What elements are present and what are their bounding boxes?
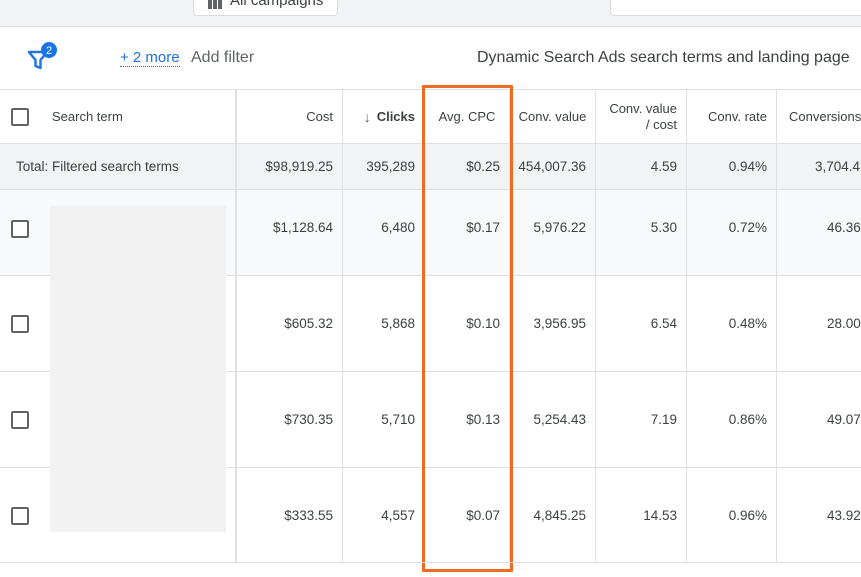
conversions-cell: 49.07: [827, 412, 861, 427]
clicks-cell: 4,557: [343, 468, 425, 563]
header-cost-label: Cost: [306, 108, 333, 124]
campaign-selector[interactable]: All campaigns: [193, 0, 339, 16]
conv-value-cell: 3,956.95: [510, 276, 596, 371]
table-header-row: Search term Cost ↓ Clicks Avg. CPC Conv.…: [0, 89, 861, 143]
header-conversions-label: Conversions: [789, 108, 861, 124]
header-conversions[interactable]: Conversions: [777, 90, 861, 143]
header-conv-value[interactable]: Conv. value: [510, 90, 596, 143]
select-all-cell: [0, 90, 40, 143]
header-conv-value-label: Conv. value: [518, 108, 587, 124]
avg-cpc-cell: $0.13: [425, 372, 510, 467]
row-checkbox[interactable]: [11, 314, 29, 333]
add-filter-button[interactable]: Add filter: [191, 49, 254, 67]
conv-value-cell: 5,254.43: [510, 372, 596, 467]
header-avg-cpc[interactable]: Avg. CPC: [425, 90, 510, 143]
header-clicks[interactable]: ↓ Clicks: [343, 90, 425, 143]
header-search-term-label: Search term: [52, 108, 123, 124]
table-bottom-divider: [0, 562, 861, 563]
conv-rate-cell: 0.96%: [687, 468, 777, 563]
total-label-text: Total: Filtered search terms: [16, 159, 179, 174]
total-conv-rate: 0.94%: [687, 144, 777, 189]
total-avg-cpc: $0.25: [425, 144, 510, 189]
campaign-selector-label: All campaigns: [230, 0, 324, 9]
conv-value-cost-cell: 14.53: [596, 468, 687, 563]
cost-cell: $730.35: [237, 372, 343, 467]
row-select-cell: [0, 190, 40, 275]
total-conv-value: 454,007.36: [510, 144, 596, 189]
arrow-down-icon: ↓: [363, 108, 371, 125]
total-conv-value-cost: 4.59: [596, 144, 687, 189]
cost-cell: $333.55: [237, 468, 343, 563]
avg-cpc-cell: $0.10: [425, 276, 510, 371]
conv-rate-cell: 0.72%: [687, 190, 777, 275]
campaign-grid-icon: [208, 0, 222, 9]
conversions-cell: 43.92: [827, 508, 861, 523]
avg-cpc-cell: $0.07: [425, 468, 510, 563]
conv-value-cost-cell: 5.30: [596, 190, 687, 275]
total-conversions: 3,704.47: [815, 159, 861, 174]
header-search-term[interactable]: Search term: [40, 90, 237, 143]
avg-cpc-cell: $0.17: [425, 190, 510, 275]
select-all-checkbox[interactable]: [11, 107, 29, 126]
total-row: Total: Filtered search terms $98,919.25 …: [0, 143, 861, 189]
cost-cell: $1,128.64: [237, 190, 343, 275]
top-bar: All campaigns: [0, 0, 861, 27]
total-clicks: 395,289: [343, 144, 425, 189]
more-filters-link[interactable]: + 2 more: [120, 50, 180, 67]
header-conv-value-cost[interactable]: Conv. value / cost: [596, 90, 687, 143]
conv-rate-cell: 0.48%: [687, 276, 777, 371]
row-select-cell: [0, 372, 40, 467]
report-title: Dynamic Search Ads search terms and land…: [477, 49, 850, 66]
conversions-cell: 46.36: [827, 220, 861, 235]
header-conv-rate-label: Conv. rate: [707, 108, 767, 124]
clicks-cell: 5,868: [343, 276, 425, 371]
conv-value-cost-cell: 7.19: [596, 372, 687, 467]
redacted-search-terms: [50, 206, 226, 532]
row-checkbox[interactable]: [11, 410, 29, 429]
row-checkbox[interactable]: [11, 220, 29, 238]
total-label: Total: Filtered search terms: [0, 144, 237, 189]
conv-value-cell: 4,845.25: [510, 468, 596, 563]
row-select-cell: [0, 468, 40, 563]
filter-count-badge: 2: [46, 45, 52, 57]
cost-cell: $605.32: [237, 276, 343, 371]
header-conv-value-cost-line2: / cost: [645, 116, 677, 132]
conv-rate-cell: 0.86%: [687, 372, 777, 467]
conv-value-cost-cell: 6.54: [596, 276, 687, 371]
filter-funnel-icon[interactable]: 2: [26, 41, 60, 73]
clicks-cell: 6,480: [343, 190, 425, 275]
filter-bar: 2 + 2 more Add filter Dynamic Search Ads…: [0, 27, 861, 89]
header-clicks-label: Clicks: [376, 108, 415, 124]
total-cost: $98,919.25: [237, 144, 343, 189]
clicks-cell: 5,710: [343, 372, 425, 467]
top-search-input[interactable]: [610, 0, 861, 16]
conversions-cell: 28.00: [827, 316, 861, 331]
header-conv-rate[interactable]: Conv. rate: [687, 90, 777, 143]
row-select-cell: [0, 276, 40, 371]
header-avg-cpc-label: Avg. CPC: [438, 108, 496, 124]
header-conv-value-cost-line1: Conv. value: [609, 100, 677, 116]
row-checkbox[interactable]: [11, 506, 29, 525]
conv-value-cell: 5,976.22: [510, 190, 596, 275]
header-cost[interactable]: Cost: [237, 90, 343, 143]
